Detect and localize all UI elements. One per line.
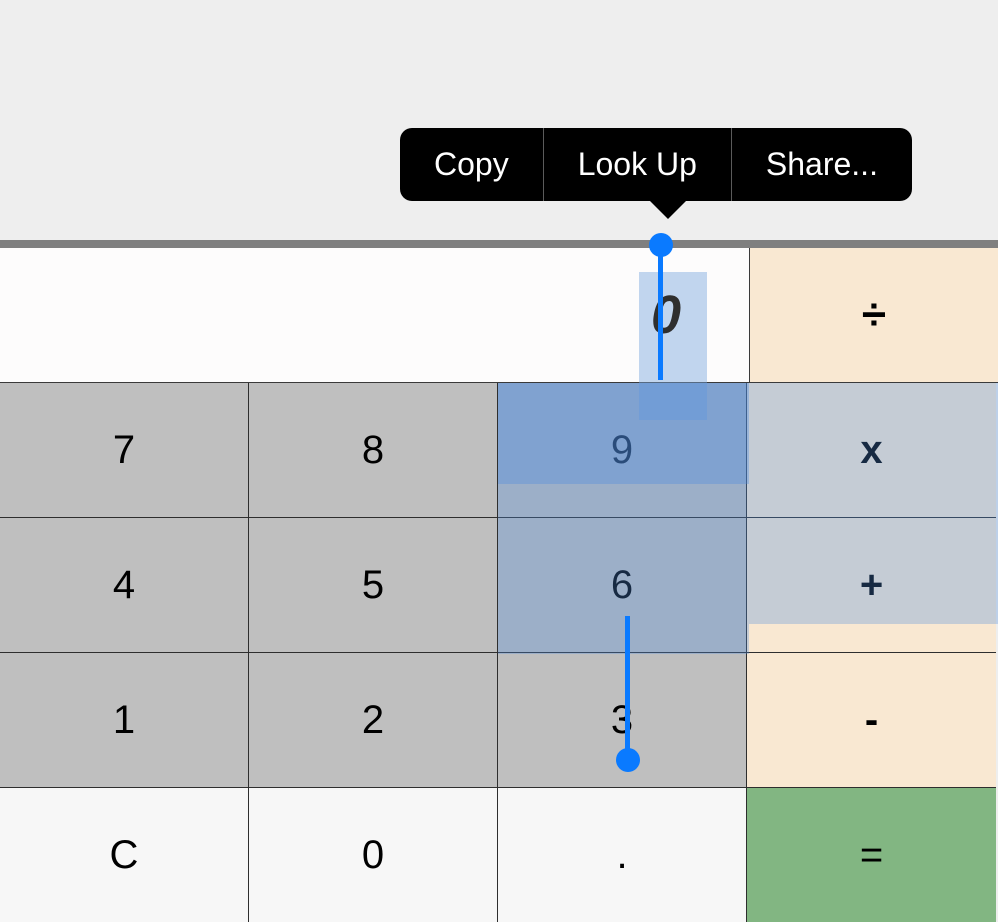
display-row: 0 ÷ [0,248,998,383]
top-background: Copy Look Up Share... [0,0,998,248]
context-menu: Copy Look Up Share... [400,128,912,201]
keypad: 7 8 9 x 4 5 6 + 1 2 3 - C 0 . = [0,383,998,922]
key-4[interactable]: 4 [0,518,249,653]
selection-handle-top[interactable] [649,233,673,257]
key-clear[interactable]: C [0,788,249,922]
key-1[interactable]: 1 [0,653,249,788]
key-5[interactable]: 5 [249,518,498,653]
key-multiply[interactable]: x [747,383,996,518]
key-6[interactable]: 6 [498,518,747,653]
selection-caret-top [658,252,663,380]
selection-caret-bottom [625,616,630,752]
key-2[interactable]: 2 [249,653,498,788]
menu-item-copy[interactable]: Copy [400,128,543,201]
key-plus[interactable]: + [747,518,996,653]
key-minus[interactable]: - [747,653,996,788]
key-0[interactable]: 0 [249,788,498,922]
key-dot[interactable]: . [498,788,747,922]
key-equals[interactable]: = [747,788,996,922]
selection-handle-bottom[interactable] [616,748,640,772]
menu-item-lookup[interactable]: Look Up [543,128,731,201]
top-divider [0,240,998,248]
context-menu-arrow [648,199,688,219]
calculator-display[interactable]: 0 [0,248,749,382]
key-divide[interactable]: ÷ [749,248,998,382]
key-7[interactable]: 7 [0,383,249,518]
key-9[interactable]: 9 [498,383,747,518]
menu-item-share[interactable]: Share... [731,128,912,201]
display-value: 0 [651,285,681,345]
key-8[interactable]: 8 [249,383,498,518]
